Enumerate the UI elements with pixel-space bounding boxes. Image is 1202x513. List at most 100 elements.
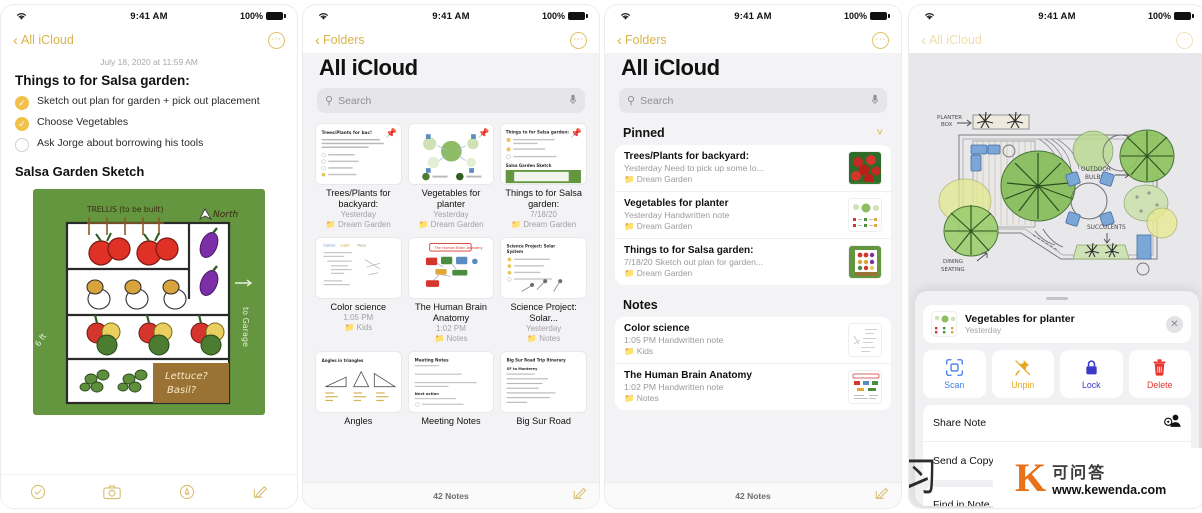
back-button-label: All iCloud: [21, 33, 74, 47]
note-card[interactable]: 📌 Vegetables for planter Yesterday 📁 Dre…: [407, 123, 495, 231]
garden-sketch-svg: TRELLIS (to be built) North Lettuce? Bas…: [33, 189, 265, 415]
row-thumbnail: [848, 151, 882, 185]
note-thumbnail[interactable]: Big Sur Road Trip Itinerary SF to Monter…: [500, 350, 587, 413]
delete-label: Delete: [1147, 380, 1173, 390]
note-thumbnail[interactable]: 📌: [407, 123, 495, 185]
share-note-label: Share Note: [933, 417, 987, 429]
chevron-left-icon: ‹: [921, 31, 926, 49]
back-button-all-icloud[interactable]: ‹ All iCloud: [13, 33, 74, 48]
svg-text:Angles in triangles: Angles in triangles: [322, 358, 364, 363]
note-card[interactable]: Meeting Notes Next action Meeting Notes: [407, 350, 495, 427]
note-list-row[interactable]: Vegetables for planter Yesterday Handwri…: [615, 192, 891, 239]
microphone-icon[interactable]: [871, 94, 879, 108]
note-list-row[interactable]: Color science 1:05 PM Handwritten note 📁…: [615, 317, 891, 364]
note-card[interactable]: Colour Light Rays Color science 1:05 PM 📁 …: [315, 236, 402, 345]
svg-text:System: System: [507, 249, 523, 254]
svg-text:Things to for Salsa garden:: Things to for Salsa garden:: [506, 129, 570, 134]
watermark-url: www.kewenda.com: [1052, 483, 1167, 497]
row-subtitle: Yesterday Need to pick up some lo...: [624, 163, 764, 173]
search-input[interactable]: ⚲ Search: [619, 88, 887, 113]
battery-percent: 100%: [843, 11, 867, 21]
sheet-note-thumbnail: [931, 311, 957, 337]
garden-sketch-image[interactable]: TRELLIS (to be built) North Lettuce? Bas…: [29, 187, 269, 417]
chevron-down-icon[interactable]: ˅: [877, 127, 883, 139]
todo-item[interactable]: Ask Jorge about borrowing his tools: [15, 137, 283, 152]
note-card[interactable]: Big Sur Road Trip Itinerary SF to Monter…: [500, 350, 587, 427]
note-list-row[interactable]: Things to for Salsa garden: 7/18/20 Sket…: [615, 239, 891, 285]
back-button-label: Folders: [625, 33, 667, 47]
row-folder: 📁 Dream Garden: [624, 268, 693, 278]
note-card[interactable]: The Human Brain Anatomy The Human Brain …: [407, 236, 495, 345]
back-button-folders[interactable]: ‹ Folders: [315, 33, 365, 48]
section-header-notes[interactable]: Notes: [605, 295, 901, 317]
note-card-title: The Human Brain Anatomy: [414, 301, 487, 324]
scan-document-icon: [945, 359, 963, 376]
note-card[interactable]: Trees/Plants for bac! 📌 Trees/Plants for…: [315, 123, 402, 231]
watermark-brand-letter: K: [1015, 455, 1047, 500]
svg-text:Rays: Rays: [357, 243, 366, 247]
row-folder: 📁 Dream Garden: [624, 174, 693, 184]
note-list-row[interactable]: Trees/Plants for backyard: Yesterday Nee…: [615, 145, 891, 192]
lock-button[interactable]: Lock: [1060, 350, 1123, 398]
ellipsis-circle-icon[interactable]: ⋯: [872, 31, 889, 49]
note-card[interactable]: Angles in triangles Angles: [315, 350, 402, 427]
checkbox-checked-icon[interactable]: ✓: [15, 96, 29, 110]
checkbox-empty-icon[interactable]: [15, 138, 29, 152]
ellipsis-circle-icon[interactable]: ⋯: [1176, 31, 1193, 49]
search-input[interactable]: ⚲ Search: [317, 88, 585, 113]
page-title: All iCloud: [621, 55, 720, 80]
note-thumbnail[interactable]: Colour Light Rays: [315, 236, 402, 299]
search-placeholder: Search: [338, 94, 372, 107]
note-thumbnail[interactable]: Meeting Notes Next action: [407, 350, 495, 413]
compose-icon[interactable]: [252, 484, 268, 500]
compose-icon[interactable]: [572, 486, 587, 506]
screenshot-stage: 9:41 AM 100% ‹ All iCloud ⋯ July 18, 202…: [0, 0, 1202, 513]
ellipsis-circle-icon[interactable]: ⋯: [570, 31, 587, 49]
section-header-pinned[interactable]: Pinned ˅: [605, 123, 901, 145]
chevron-left-icon: ‹: [617, 31, 622, 49]
lock-label: Lock: [1081, 380, 1101, 390]
check-circle-icon[interactable]: [30, 484, 46, 500]
battery-full-icon: [266, 12, 286, 20]
battery-full-icon: [568, 12, 588, 20]
svg-text:TRELLIS (to be built): TRELLIS (to be built): [86, 205, 163, 214]
phone-panel-list: 9:41 AM 100% ‹ Folders ⋯ All iCloud ⚲ Se…: [604, 4, 902, 509]
delete-button[interactable]: Delete: [1128, 350, 1191, 398]
markup-pen-icon[interactable]: [179, 484, 195, 500]
close-icon[interactable]: ✕: [1166, 315, 1183, 333]
camera-icon[interactable]: [103, 484, 121, 500]
unpin-button[interactable]: Unpin: [991, 350, 1054, 398]
svg-text:PLANTER: PLANTER: [937, 115, 962, 121]
notes-grid: Trees/Plants for bac! 📌 Trees/Plants for…: [303, 123, 599, 427]
note-count: 42 Notes: [433, 490, 469, 501]
note-thumbnail[interactable]: Trees/Plants for bac! 📌: [315, 123, 402, 185]
scan-button[interactable]: Scan: [923, 350, 986, 398]
ellipsis-circle-icon[interactable]: ⋯: [268, 31, 285, 49]
todo-item[interactable]: ✓ Choose Vegetables: [15, 116, 283, 131]
pin-icon: 📌: [478, 128, 490, 138]
note-thumbnail[interactable]: Things to for Salsa garden: Salsa Garden…: [500, 123, 587, 185]
checkbox-checked-icon[interactable]: ✓: [15, 117, 29, 131]
todo-item[interactable]: ✓ Sketch out plan for garden + pick out …: [15, 95, 283, 110]
note-card[interactable]: Things to for Salsa garden: Salsa Garden…: [500, 123, 587, 231]
microphone-icon[interactable]: [569, 94, 577, 108]
note-thumbnail[interactable]: Science Project: Solar System: [500, 236, 587, 299]
compose-icon[interactable]: [874, 486, 889, 506]
note-card[interactable]: Science Project: Solar System Science Pr…: [500, 236, 587, 345]
watermark-glyph: 习: [909, 444, 937, 502]
back-button-all-icloud[interactable]: ‹ All iCloud: [921, 33, 982, 48]
note-list-row[interactable]: The Human Brain Anatomy 1:02 PM Handwrit…: [615, 364, 891, 410]
battery-percent: 100%: [1147, 11, 1171, 21]
note-thumbnail[interactable]: Angles in triangles: [315, 350, 402, 413]
share-note-item[interactable]: Share Note: [923, 405, 1191, 442]
svg-text:Basil?: Basil?: [167, 385, 197, 396]
svg-text:SEATING: SEATING: [941, 267, 965, 273]
row-thumbnail: [848, 323, 882, 357]
back-button-folders[interactable]: ‹ Folders: [617, 33, 667, 48]
sheet-grabber[interactable]: [1046, 297, 1068, 300]
note-thumbnail[interactable]: The Human Brain Anatomy: [407, 236, 495, 299]
blueprint-image[interactable]: PLANTER BOX OUTDOOR BULBS SUCCULENTS DIN…: [909, 53, 1202, 508]
svg-text:SF to Monterey: SF to Monterey: [507, 366, 538, 370]
row-thumbnail: [848, 198, 882, 232]
send-copy-label: Send a Copy: [933, 455, 994, 467]
